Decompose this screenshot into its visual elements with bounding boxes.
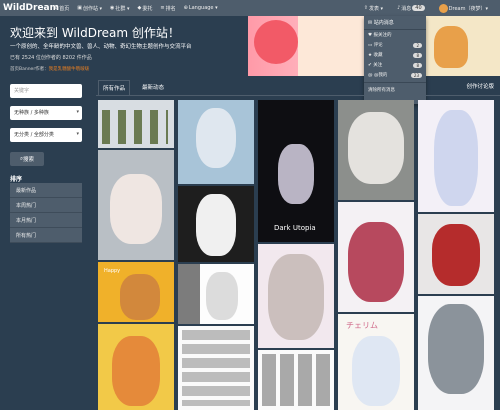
artwork-image [428, 304, 484, 394]
artwork-image [262, 354, 330, 406]
dropdown-header[interactable]: ✉ 站内消息 [364, 16, 426, 30]
keyword-search-input[interactable]: 关键字 [10, 84, 82, 98]
nav-language[interactable]: ⊕ Language ▾ [184, 5, 218, 11]
artwork-image [348, 112, 404, 184]
sort-item-week[interactable]: 本周热门 [10, 198, 82, 213]
nav-home[interactable]: ⌂ 首页 [55, 5, 69, 12]
bell-icon: ♪ [397, 5, 401, 11]
artwork-tile[interactable] [178, 100, 254, 184]
artwork-image [120, 274, 160, 320]
artwork-tile[interactable]: チェリム [338, 314, 414, 410]
banner-sun [254, 20, 298, 64]
top-navbar: WildDream ⌂ 首页 ▣ 创作站 ▾ ◉ 社群 ▾ ◆ 委托 ≡ 排名 ⊕ Lang… [0, 0, 500, 16]
sort-item-all[interactable]: 所有热门 [10, 228, 82, 243]
tab-latest-activity[interactable]: 最新动态 [138, 82, 168, 92]
artwork-image [182, 330, 250, 406]
artwork-caption: チェリム [346, 321, 378, 330]
picture-icon: ▣ [77, 5, 82, 11]
home-icon: ⌂ [55, 5, 59, 11]
banner-author-link[interactable]: 我是乳糖酸牛哦啵啵 [49, 67, 90, 72]
artwork-image [102, 110, 168, 144]
list-icon: ≡ [160, 5, 165, 11]
artwork-image [110, 174, 162, 244]
discussion-board-link[interactable]: 创作讨论版 [466, 82, 494, 90]
artwork-tile[interactable] [418, 214, 494, 294]
messages-count-badge: 40 [412, 5, 425, 11]
species-select[interactable]: 无种族 / 多种族 [10, 106, 82, 120]
banner-fox-character [434, 26, 468, 68]
globe-icon: ⊕ [183, 5, 188, 11]
mentions-badge: 23 [410, 72, 422, 78]
artwork-image [196, 194, 236, 256]
brand-logo[interactable]: WildDream [3, 3, 59, 13]
nav-community[interactable]: ◉ 社群 ▾ [110, 5, 129, 12]
nav-commission[interactable]: ◆ 委托 [138, 5, 153, 12]
artwork-tile[interactable] [338, 100, 414, 200]
follows-badge: 8 [413, 62, 422, 68]
artwork-image [196, 108, 236, 168]
artwork-tile[interactable] [178, 186, 254, 262]
banner-credit: 首页Banner作者：我是乳糖酸牛哦啵啵 [10, 67, 90, 72]
dropdown-item-follows[interactable]: ✔ 关注 8 [364, 60, 426, 70]
artwork-image [206, 272, 238, 320]
artwork-caption: Happy [104, 268, 121, 274]
artwork-image [278, 144, 314, 204]
artwork-tile[interactable] [178, 264, 254, 324]
users-icon: ◉ [110, 5, 115, 11]
artwork-image [434, 110, 478, 206]
upload-icon: ⇪ [363, 5, 368, 11]
sort-heading: 排序 [10, 176, 23, 183]
site-stats: 已有 2524 位创作者的 8202 件作品 [10, 55, 92, 61]
sort-item-month[interactable]: 本月热门 [10, 213, 82, 228]
nav-messages[interactable]: ♪ 消息 40 [397, 5, 425, 12]
dropdown-item-following[interactable]: ♥ 报关注的 [364, 30, 426, 40]
artwork-tile[interactable]: Happy [98, 262, 174, 322]
artwork-tile[interactable] [418, 100, 494, 212]
artwork-image [178, 264, 200, 324]
artwork-tile[interactable] [98, 100, 174, 148]
tab-all-works[interactable]: 所有作品 [98, 80, 131, 95]
nav-publish[interactable]: ⇪ 发表 ▾ [364, 5, 383, 12]
sort-list: 最新作品 本周热门 本月热门 所有热门 [10, 183, 82, 243]
artwork-tile[interactable] [258, 350, 334, 410]
nav-creation[interactable]: ▣ 创作站 ▾ [77, 5, 102, 12]
artwork-image [268, 254, 324, 340]
nav-user[interactable]: Dream（夜梦）▾ [438, 3, 488, 13]
artwork-image [352, 336, 400, 406]
artwork-tile[interactable]: Dark Utopia [258, 100, 334, 242]
dropdown-item-comments[interactable]: ▭ 评论 2 [364, 40, 426, 50]
dropdown-item-favorites[interactable]: ★ 收藏 8 [364, 50, 426, 60]
artwork-tile[interactable] [258, 244, 334, 348]
artwork-image [348, 222, 404, 302]
sort-item-newest[interactable]: 最新作品 [10, 183, 82, 198]
artwork-tile[interactable] [98, 150, 174, 260]
artwork-tile[interactable] [178, 326, 254, 410]
artwork-tile[interactable] [98, 324, 174, 410]
content-tabs: 所有作品 最新动态 创作讨论版 [96, 78, 500, 96]
artwork-tile[interactable] [418, 296, 494, 410]
comments-badge: 2 [413, 42, 422, 48]
nav-ranking[interactable]: ≡ 排名 [160, 5, 175, 12]
artwork-caption: Dark Utopia [274, 224, 316, 232]
category-select[interactable]: 无分类 / 全部分类 [10, 128, 82, 142]
artwork-image [112, 336, 160, 406]
artwork-tile[interactable] [338, 202, 414, 312]
site-subtitle: 一个原创的、全年龄的中文兽、兽人、动物、奇幻生物主题创作与交流平台 [10, 44, 192, 50]
search-button[interactable]: ⌕ 搜索 [10, 152, 44, 166]
favorites-badge: 8 [413, 52, 422, 58]
user-avatar [438, 3, 448, 13]
tag-icon: ◆ [137, 5, 142, 11]
page-title: 欢迎来到 WildDream 创作站！ [10, 26, 180, 40]
artwork-image [432, 224, 480, 286]
